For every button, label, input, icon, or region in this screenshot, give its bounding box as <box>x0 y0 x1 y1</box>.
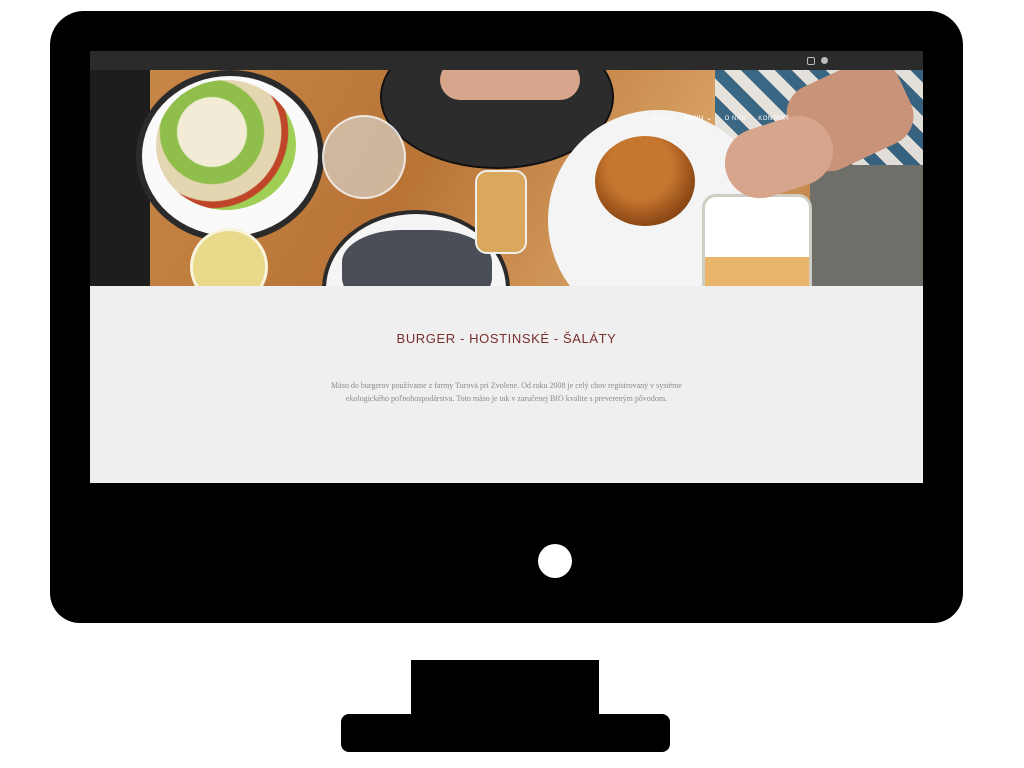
nav-separator: / <box>750 116 754 122</box>
burger <box>595 136 695 226</box>
chevron-down-icon[interactable]: ⌄ <box>707 116 713 122</box>
monitor-logo-dot <box>538 544 572 578</box>
main-nav: ÚVOD / MENU ⌄ / O NÁS / KONTAKT <box>652 115 793 122</box>
bottle <box>475 170 527 254</box>
nav-item-kontakt[interactable]: KONTAKT <box>758 116 789 122</box>
nav-item-o-nas[interactable]: O NÁS <box>725 116 746 122</box>
section-heading: BURGER - HOSTINSKÉ - ŠALÁTY <box>396 331 617 346</box>
hero-food-image: ÚVOD / MENU ⌄ / O NÁS / KONTAKT <box>90 70 923 286</box>
dumplings <box>342 230 492 286</box>
nav-item-uvod[interactable]: ÚVOD <box>652 116 671 122</box>
section-paragraph: Mäso do burgerov používame z farmy Turov… <box>331 381 682 403</box>
nav-separator: / <box>717 116 720 122</box>
nav-item-menu[interactable]: MENU <box>684 116 704 122</box>
website-screen: ÚVOD / MENU ⌄ / O NÁS / KONTAKT BURGER - … <box>90 51 923 483</box>
facebook-icon[interactable] <box>821 57 828 64</box>
intro-section: BURGER - HOSTINSKÉ - ŠALÁTY Mäso do burg… <box>90 286 923 483</box>
water-glass <box>322 115 406 199</box>
monitor-stand-neck <box>411 660 599 720</box>
desktop-monitor-mockup: ÚVOD / MENU ⌄ / O NÁS / KONTAKT BURGER - … <box>0 0 1024 768</box>
nav-separator: / <box>676 116 679 122</box>
salad <box>156 80 296 210</box>
beer-mug <box>702 194 812 286</box>
top-bar <box>90 51 923 70</box>
monitor-stand-base <box>341 714 670 752</box>
instagram-icon[interactable] <box>807 57 815 65</box>
